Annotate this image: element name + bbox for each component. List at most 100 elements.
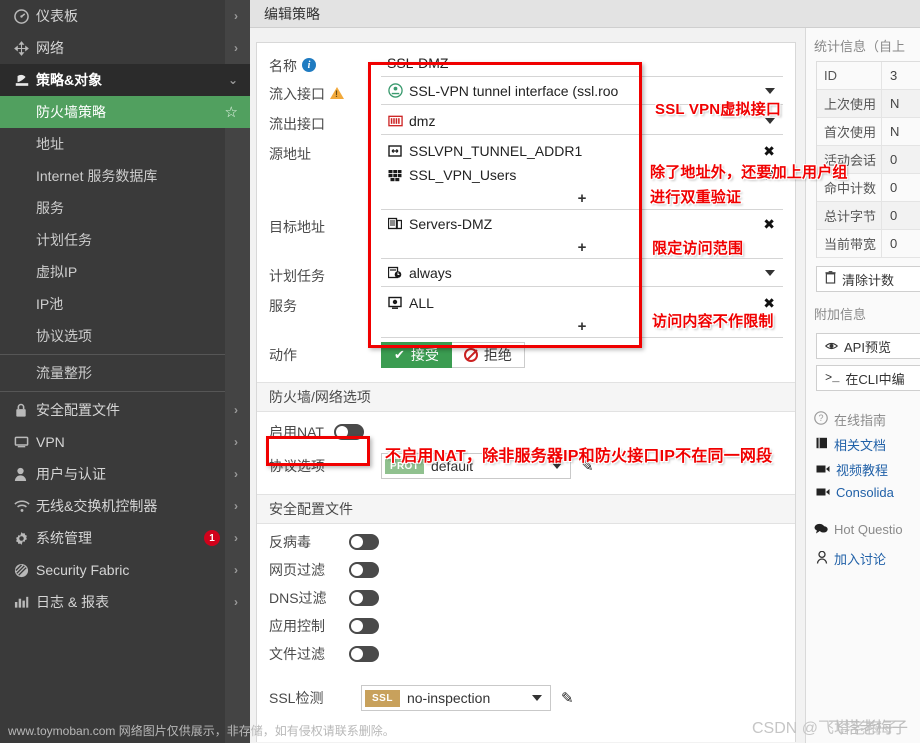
stats-value: 0: [881, 201, 920, 230]
appcontrol-toggle[interactable]: [349, 618, 379, 634]
video-tutorial-link[interactable]: 视频教程: [806, 457, 920, 482]
label-incoming-interface: 流入接口: [269, 77, 381, 104]
info-icon[interactable]: i: [302, 58, 316, 72]
join-discussion-link[interactable]: 加入讨论: [806, 546, 920, 571]
warning-icon: [330, 87, 344, 99]
table-row: 总计字节 0: [817, 201, 920, 230]
table-row: 上次使用 N: [817, 89, 920, 118]
source-chip-label: SSL_VPN_Users: [409, 167, 517, 183]
label-dnsfilter: DNS过滤: [269, 590, 327, 606]
annot-ssl-vpn-interface: SSL VPN虚拟接口: [655, 101, 782, 118]
label-text: 计划任务: [269, 268, 325, 284]
accept-label: 接受: [410, 347, 439, 363]
api-preview-button[interactable]: API预览: [816, 333, 920, 359]
star-icon[interactable]: ☆: [225, 103, 238, 121]
webfilter-toggle[interactable]: [349, 562, 379, 578]
label-nat: 启用NAT: [269, 422, 324, 442]
sidebar-item-schedule[interactable]: 计划任务: [0, 224, 250, 256]
sidebar-item-label: 策略&对象: [36, 72, 103, 88]
deny-icon: [463, 348, 478, 362]
name-input[interactable]: SSL-DMZ: [381, 49, 783, 77]
page-title: 编辑策略: [264, 5, 320, 22]
deny-label: 拒绝: [483, 347, 512, 363]
stats-value: N: [881, 117, 920, 146]
sidebar-item-label: 日志 & 报表: [36, 594, 110, 610]
remove-chip-icon[interactable]: ✖: [763, 296, 775, 310]
chevron-down-icon[interactable]: [765, 87, 775, 94]
sidebar-item-system[interactable]: 系统管理 1 ›: [0, 522, 250, 554]
sidebar-item-internet-service-db[interactable]: Internet 服务数据库: [0, 160, 250, 192]
service-chip-label: ALL: [409, 295, 434, 311]
sidebar-item-security-fabric[interactable]: Security Fabric ›: [0, 554, 250, 586]
sidebar-item-security-profiles[interactable]: 安全配置文件 ›: [0, 394, 250, 426]
cli-edit-button[interactable]: >_ 在CLI中编: [816, 365, 920, 391]
remove-chip-icon[interactable]: ✖: [763, 217, 775, 231]
annot-scope: 限定访问范围: [652, 240, 744, 257]
network-icon: [14, 40, 36, 56]
sidebar-item-users-auth[interactable]: 用户与认证 ›: [0, 458, 250, 490]
ssl-inspection-select[interactable]: SSL no-inspection: [361, 685, 551, 711]
edit-pencil-icon[interactable]: ✎: [561, 689, 574, 707]
terminal-icon: >_: [825, 371, 840, 385]
toggle-knob: [351, 620, 363, 632]
policy-edit-form: 名称 i SSL-DMZ 流入接口 S: [256, 42, 796, 742]
sidebar-item-ip-pool[interactable]: IP池: [0, 288, 250, 320]
deny-button[interactable]: 拒绝: [451, 342, 525, 368]
source-chip[interactable]: SSLVPN_TUNNEL_ADDR1 ✖: [381, 139, 783, 163]
check-icon: ✔: [394, 347, 405, 362]
eye-icon: [824, 339, 839, 354]
sidebar-item-wifi-switch-controller[interactable]: 无线&交换机控制器 ›: [0, 490, 250, 522]
field-row-antivirus: 反病毒: [257, 528, 795, 556]
sidebar-item-network[interactable]: 网络 ›: [0, 32, 250, 64]
antivirus-toggle[interactable]: [349, 534, 379, 550]
chevron-down-icon[interactable]: [532, 695, 542, 701]
sidebar-item-policy-objects[interactable]: 策略&对象 ⌄: [0, 64, 250, 96]
sidebar-subitem-label: 协议选项: [36, 328, 92, 344]
remove-chip-icon[interactable]: ✖: [763, 144, 775, 158]
label-outgoing-interface: 流出接口: [269, 107, 381, 134]
filefilter-toggle[interactable]: [349, 646, 379, 662]
sidebar-divider-2: [0, 391, 250, 392]
clear-counters-button[interactable]: 清除计数: [816, 266, 920, 292]
sidebar-item-firewall-policy[interactable]: 防火墙策略 ☆: [0, 96, 250, 128]
sidebar-item-log-report[interactable]: 日志 & 报表 ›: [0, 586, 250, 618]
sidebar-item-vpn[interactable]: VPN ›: [0, 426, 250, 458]
sidebar-item-service[interactable]: 服务: [0, 192, 250, 224]
destination-chip-label: Servers-DMZ: [409, 216, 493, 232]
accept-button[interactable]: ✔ 接受: [381, 342, 452, 368]
destination-chip[interactable]: Servers-DMZ ✖: [381, 212, 783, 236]
dnsfilter-toggle[interactable]: [349, 590, 379, 606]
label-name: 名称 i: [269, 49, 381, 76]
main-content: 名称 i SSL-DMZ 流入接口 S: [250, 28, 805, 743]
sidebar-item-protocol-options[interactable]: 协议选项: [0, 320, 250, 352]
fabric-icon: [14, 563, 36, 578]
label-service: 服务: [269, 289, 381, 316]
sidebar-item-virtual-ip[interactable]: 虚拟IP: [0, 256, 250, 288]
incoming-interface-value: SSL-VPN tunnel interface (ssl.roo: [409, 82, 619, 99]
stats-key: 上次使用: [824, 97, 877, 112]
sidebar-item-label: Security Fabric: [36, 562, 130, 578]
control-schedule: always: [381, 259, 783, 287]
annot-nat: 不启用NAT，除非服务器IP和防火接口IP不在同一网段: [385, 448, 773, 465]
chevron-down-icon[interactable]: [765, 269, 775, 276]
label-text: 流入接口: [269, 86, 325, 102]
user-icon: [14, 467, 36, 482]
stats-key: 首次使用: [824, 125, 877, 140]
system-badge-count: 1: [204, 530, 220, 546]
nat-toggle[interactable]: [333, 423, 364, 440]
address-range-icon: [387, 143, 403, 159]
stats-table: ID 3 上次使用 N 首次使用 N 活动会话 0 命中计数 0 总计字节 0: [816, 61, 920, 258]
consolidated-link[interactable]: Consolida: [806, 482, 920, 503]
sidebar-item-address[interactable]: 地址: [0, 128, 250, 160]
address-group-icon: [387, 216, 403, 232]
gear-icon: [14, 531, 36, 546]
related-docs-link[interactable]: 相关文档: [806, 432, 920, 457]
sidebar-item-dashboard[interactable]: 仪表板 ›: [0, 0, 250, 32]
watermark-toymoban: www.toymoban.com 网络图片仅供展示，非存储，如有侵权请联系删除。: [8, 724, 395, 738]
sidebar-item-label: 网络: [36, 40, 64, 56]
sidebar-item-traffic-shaping[interactable]: 流量整形: [0, 357, 250, 389]
wifi-icon: [14, 500, 36, 513]
chat-bubble-icon: [814, 522, 828, 537]
schedule-select[interactable]: always: [381, 259, 783, 287]
toggle-knob: [351, 564, 363, 576]
